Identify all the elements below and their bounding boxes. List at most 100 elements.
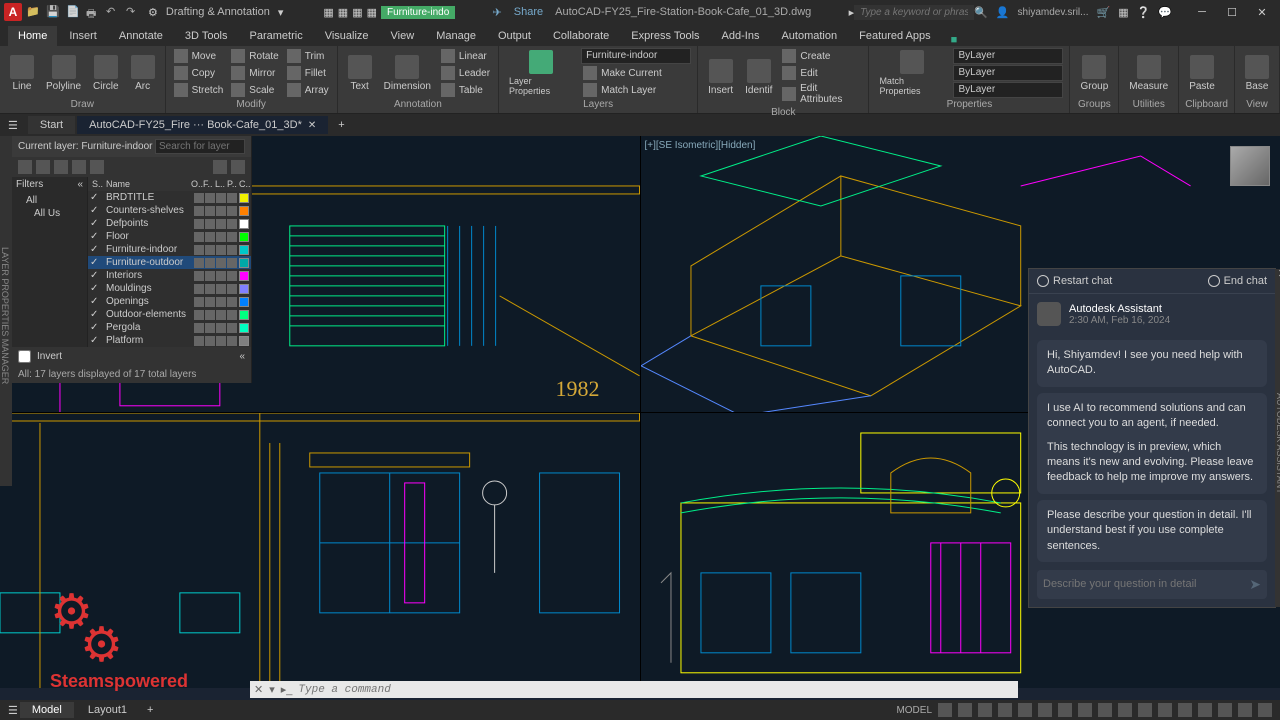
layer-row[interactable]: ✓ Furniture-indoor [88,243,251,256]
linear-button[interactable]: Linear [439,48,492,64]
app-logo[interactable]: A [4,3,22,21]
linetype-dropdown[interactable]: ByLayer [953,65,1063,81]
arc-button[interactable]: Arc [127,53,159,94]
ribbon-tab-parametric[interactable]: Parametric [240,26,313,46]
base-button[interactable]: Base [1241,53,1273,94]
ribbon-tab-home[interactable]: Home [8,26,57,46]
close-button[interactable]: ✕ [1248,2,1276,22]
assistant-sidebar-tab[interactable]: AUTODESK ASSISTANT [1275,269,1280,607]
add-layout-icon[interactable]: + [147,704,153,716]
lp-settings-icon[interactable] [231,160,245,174]
status-osnap-icon[interactable] [1018,703,1032,717]
status-ortho-icon[interactable] [978,703,992,717]
ribbon-tab-output[interactable]: Output [488,26,541,46]
status-otrack-icon[interactable] [1058,703,1072,717]
edit-attributes-button[interactable]: Edit Attributes [780,82,862,106]
collapse-footer-icon[interactable]: « [239,351,245,362]
status-model[interactable]: MODEL [896,705,932,716]
status-monitor-icon[interactable] [1178,703,1192,717]
create-button[interactable]: Create [780,48,862,64]
measure-button[interactable]: Measure [1125,53,1172,94]
status-custom-icon[interactable] [1258,703,1272,717]
make-current-button[interactable]: Make Current [581,65,691,81]
move-button[interactable]: Move [172,48,226,64]
status-polar-icon[interactable] [998,703,1012,717]
ribbon-tab-visualize[interactable]: Visualize [315,26,379,46]
layer-pill[interactable]: Furniture-indo [381,6,455,19]
qat-open-icon[interactable]: 📁 [26,5,40,19]
lp-tool5-icon[interactable] [90,160,104,174]
share-icon[interactable]: ✈ [493,6,502,19]
filter-all[interactable]: All [16,194,83,207]
maximize-button[interactable]: ☐ [1218,2,1246,22]
trim-button[interactable]: Trim [285,48,331,64]
insert-button[interactable]: Insert [704,57,737,98]
layer-row[interactable]: ✓ Furniture-outdoor [88,256,251,269]
qat-ext-3-icon[interactable]: ▦ [352,6,362,19]
filter-allused[interactable]: All Us [16,207,83,220]
layer-dropdown[interactable]: Furniture-indoor [581,48,691,64]
collapse-filters-icon[interactable]: « [77,179,83,190]
paste-button[interactable]: Paste [1185,53,1219,94]
invert-checkbox[interactable] [18,350,31,363]
assistant-input[interactable] [1043,578,1249,590]
status-snap-icon[interactable] [958,703,972,717]
status-grid-icon[interactable] [938,703,952,717]
ribbon-tab-collaborate[interactable]: Collaborate [543,26,619,46]
qat-saveas-icon[interactable]: 📄 [66,5,80,19]
ribbon-tab-view[interactable]: View [381,26,425,46]
leader-button[interactable]: Leader [439,65,492,81]
layout1-tab[interactable]: Layout1 [76,702,139,718]
qat-ext-4-icon[interactable]: ▦ [367,6,377,19]
user-name[interactable]: shiyamdev.sril... [1018,7,1089,18]
model-tab[interactable]: Model [20,702,74,718]
text-button[interactable]: Text [344,53,376,94]
lp-delete-icon[interactable] [36,160,50,174]
dimension-button[interactable]: Dimension [380,53,435,94]
search-input[interactable] [854,5,974,20]
circle-button[interactable]: Circle [89,53,123,94]
table-button[interactable]: Table [439,82,492,98]
status-transparency-icon[interactable] [1098,703,1112,717]
lp-new-icon[interactable] [18,160,32,174]
layer-row[interactable]: ✓ Floor [88,230,251,243]
lineweight-dropdown[interactable]: ByLayer [953,82,1063,98]
qat-plot-icon[interactable]: 🖶 [86,5,100,19]
status-hardware-icon[interactable] [1218,703,1232,717]
file-tab-start[interactable]: Start [28,116,75,134]
qat-redo-icon[interactable]: ↷ [126,5,140,19]
viewcube[interactable] [1230,146,1270,186]
end-chat-button[interactable]: End chat [1208,275,1267,287]
line-button[interactable]: Line [6,53,38,94]
layer-row[interactable]: ✓ Openings [88,295,251,308]
add-tab-icon[interactable]: + [338,119,344,131]
ribbon-tab-add-icon[interactable]: ■ [951,34,958,46]
app-icon[interactable]: ▦ [1118,6,1128,19]
layer-row[interactable]: ✓ Outdoor-elements [88,308,251,321]
group-button[interactable]: Group [1076,53,1112,94]
send-icon[interactable]: ➤ [1249,576,1261,593]
user-icon[interactable]: 👤 [996,6,1010,19]
lp-tool3-icon[interactable] [54,160,68,174]
layer-manager-sidebar-tab[interactable]: LAYER PROPERTIES MANAGER [0,136,12,486]
status-workspace-icon[interactable] [1158,703,1172,717]
layer-row[interactable]: ✓ Mouldings [88,282,251,295]
match-layer-button[interactable]: Match Layer [581,82,691,98]
layer-row[interactable]: ✓ BRDTITLE [88,191,251,204]
viewport-label[interactable]: [+][SE Isometric][Hidden] [645,140,756,151]
lp-refresh-icon[interactable] [213,160,227,174]
cart-icon[interactable]: 🛒 [1096,6,1110,19]
fillet-button[interactable]: Fillet [285,65,331,81]
qat-more-icon[interactable]: ▾ [278,6,284,19]
qat-ext-2-icon[interactable]: ▦ [338,6,348,19]
help-icon[interactable]: ❔ [1137,6,1151,19]
layer-row[interactable]: ✓ Counters-shelves [88,204,251,217]
workspace-gear-icon[interactable]: ⚙ [148,6,158,19]
ribbon-tab-insert[interactable]: Insert [59,26,107,46]
ribbon-tab-manage[interactable]: Manage [426,26,486,46]
ribbon-tab-automation[interactable]: Automation [771,26,847,46]
layer-row[interactable]: ✓ Platform [88,334,251,347]
stretch-button[interactable]: Stretch [172,82,226,98]
qat-ext-1-icon[interactable]: ▦ [323,6,333,19]
status-cycling-icon[interactable] [1118,703,1132,717]
